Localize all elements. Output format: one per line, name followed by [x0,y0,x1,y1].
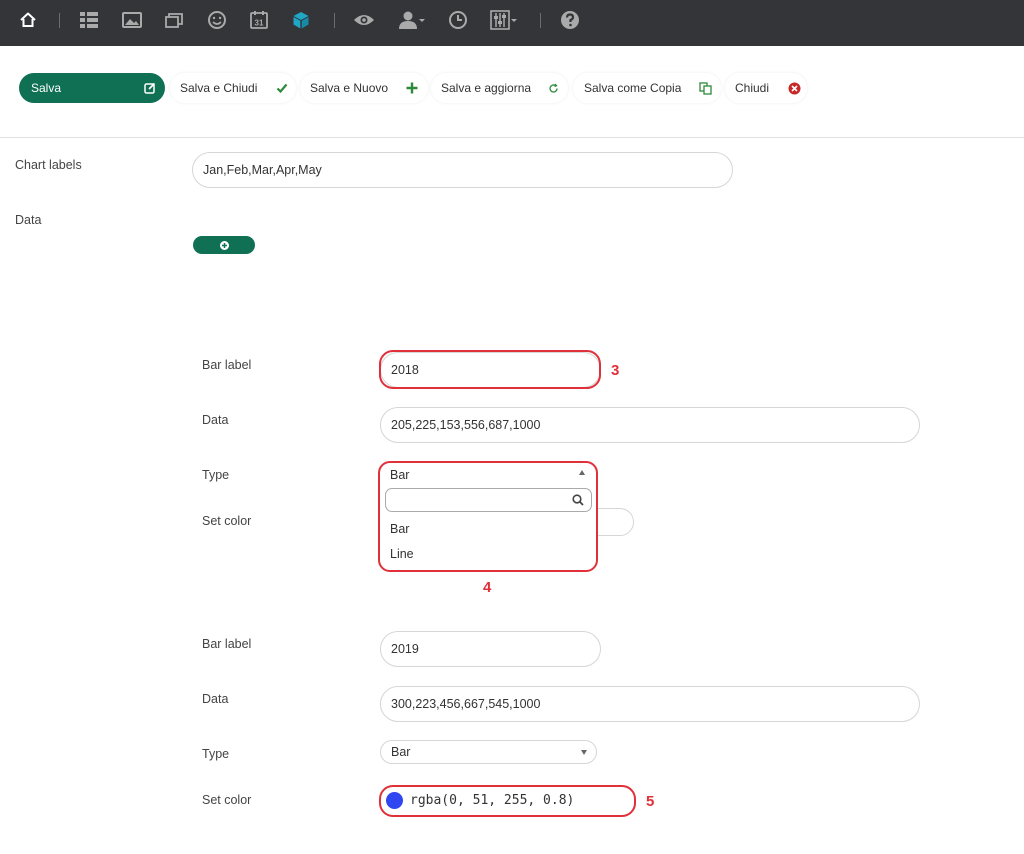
toolbar-divider [59,13,60,28]
data-input[interactable] [380,407,920,443]
save-button-label: Salva [31,81,62,95]
checkmark-icon [274,80,290,96]
save-as-copy-button[interactable]: Salva come Copia [573,73,721,103]
save-and-new-label: Salva e Nuovo [310,81,389,95]
close-button[interactable]: Chiudi [725,73,807,103]
edit-icon [142,80,158,96]
toolbar-divider [334,13,335,28]
save-button[interactable]: Salva [19,73,165,103]
plus-circle-icon [219,240,229,250]
chart-labels-label: Chart labels [15,158,82,172]
plus-icon [404,80,420,96]
data-label: Data [202,692,229,706]
annotation-number-3: 3 [611,362,620,379]
copy-icon [697,80,713,96]
data-label: Data [202,413,229,427]
save-and-close-button[interactable]: Salva e Chiudi [170,73,296,103]
user-icon[interactable] [397,8,427,32]
set-color-label: Set color [202,793,252,807]
save-and-refresh-button[interactable]: Salva e aggiorna [431,73,568,103]
highlight-type-dropdown [378,461,598,572]
bar-label-input[interactable] [380,631,601,667]
data-input[interactable] [380,686,920,722]
chart-labels-input[interactable] [192,152,733,188]
caret-down-icon [581,750,587,755]
bar-label-label: Bar label [202,637,252,651]
close-icon [786,80,802,96]
close-label: Chiudi [735,81,770,95]
type-label: Type [202,468,230,482]
clock-icon[interactable] [446,8,470,32]
type-select-value: Bar [391,745,411,759]
top-navigation-bar: 31 [0,0,1024,46]
type-select[interactable]: Bar [380,740,597,764]
data-section-label: Data [15,213,42,227]
save-and-close-label: Salva e Chiudi [180,81,258,95]
bar-label-label: Bar label [202,358,252,372]
action-toolbar: Salva Salva e Chiudi Salva e Nuovo Salva… [0,46,1024,138]
calendar-icon[interactable]: 31 [247,8,271,32]
type-label: Type [202,747,230,761]
home-icon[interactable] [16,8,40,32]
toolbar-divider [540,13,541,28]
color-value-text[interactable]: rgba(0, 51, 255, 0.8) [410,793,574,808]
refresh-icon [545,80,561,96]
gallery-icon[interactable] [163,8,187,32]
help-icon[interactable] [558,8,582,32]
list-icon[interactable] [77,8,101,32]
color-swatch[interactable] [386,792,403,809]
set-color-label: Set color [202,514,252,528]
annotation-number-4: 4 [483,579,492,596]
annotation-number-5: 5 [646,793,655,810]
add-dataset-button[interactable] [193,236,255,254]
sliders-icon[interactable] [489,8,519,32]
highlight-bar-label [379,350,601,389]
smiley-icon[interactable] [205,8,229,32]
image-icon[interactable] [120,8,144,32]
save-and-refresh-label: Salva e aggiorna [441,81,532,95]
eye-icon[interactable] [352,8,376,32]
svg-text:31: 31 [255,19,264,28]
cube-icon[interactable] [289,8,313,32]
save-as-copy-label: Salva come Copia [584,81,682,95]
save-and-new-button[interactable]: Salva e Nuovo [300,73,428,103]
